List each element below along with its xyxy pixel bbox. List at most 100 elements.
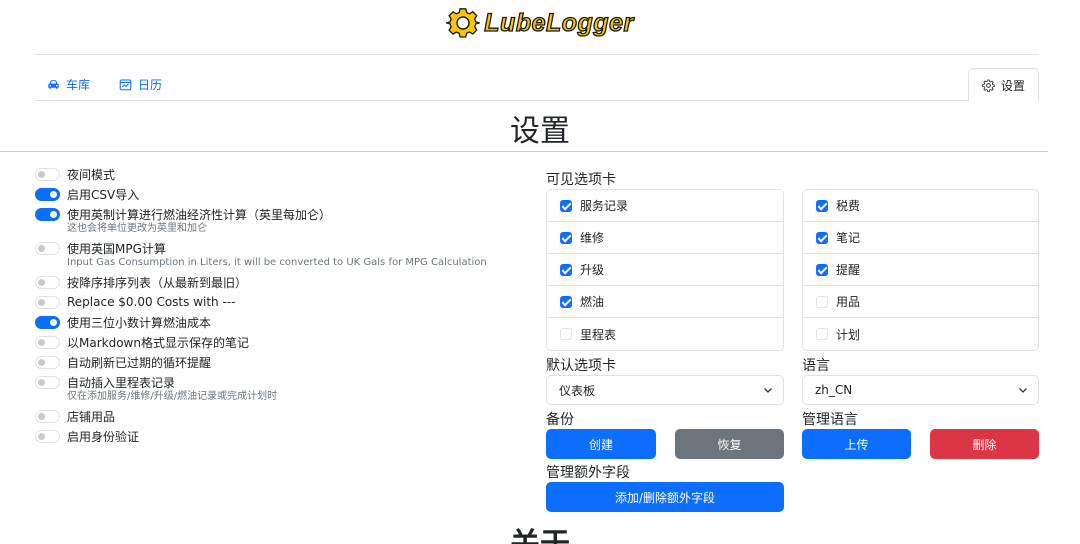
setting-replace-zero-costs[interactable]: Replace $0.00 Costs with ---	[35, 294, 525, 310]
toggle-switch[interactable]	[35, 275, 60, 289]
toggle-switch[interactable]	[35, 375, 60, 389]
setting-shop-supplies[interactable]: 店铺用品	[35, 408, 525, 424]
toggle-switch[interactable]	[35, 187, 60, 201]
delete-language-button[interactable]: 删除	[930, 429, 1039, 459]
setting-help-text: 这也会将单位更改为英里和加仑	[67, 223, 207, 234]
title-divider	[0, 151, 1048, 152]
setting-label: 店铺用品	[67, 409, 116, 424]
default-tab-label: 默认选项卡	[546, 358, 616, 374]
chevron-down-icon	[764, 388, 772, 393]
checkbox[interactable]	[816, 263, 828, 276]
setting-three-decimal-fuel[interactable]: 使用三位小数计算燃油成本	[35, 314, 525, 330]
tab-calendar[interactable]: 日历	[119, 68, 162, 101]
setting-label: 启用CSV导入	[67, 187, 140, 202]
tab-settings-label: 设置	[1000, 78, 1025, 93]
visible-tabs-group-right: 税费 笔记 提醒 用品 计划	[802, 189, 1039, 351]
setting-auto-insert-odometer[interactable]: 自动插入里程表记录	[35, 374, 525, 390]
checkbox-label: 用品	[836, 295, 861, 309]
about-section-title: 关于	[0, 519, 1080, 544]
toggle-switch[interactable]	[35, 335, 60, 349]
checkbox[interactable]	[560, 199, 572, 212]
visible-tab-odometer[interactable]: 里程表	[547, 318, 783, 350]
setting-label: 夜间模式	[67, 167, 116, 182]
setting-label: 启用身份验证	[67, 429, 140, 444]
checkbox[interactable]	[816, 328, 828, 340]
manage-language-label: 管理语言	[802, 412, 858, 428]
toggle-switch[interactable]	[35, 167, 60, 181]
app-logo[interactable]: LubeLogger	[0, 6, 1080, 40]
language-label: 语言	[802, 358, 830, 374]
checkbox-label: 笔记	[836, 231, 861, 245]
checkbox[interactable]	[560, 263, 572, 276]
setting-dark-mode[interactable]: 夜间模式	[35, 166, 525, 182]
visible-tab-notes[interactable]: 笔记	[803, 222, 1038, 254]
tab-garage[interactable]: 车库	[47, 68, 90, 101]
checkbox-label: 升级	[580, 263, 605, 277]
tab-settings[interactable]: 设置	[967, 68, 1039, 102]
checkbox-label: 税费	[836, 199, 861, 213]
backup-label: 备份	[546, 412, 574, 428]
brand-name: LubeLogger	[484, 8, 634, 37]
toggle-switch[interactable]	[35, 241, 60, 255]
checkbox[interactable]	[560, 295, 572, 308]
setting-label: 按降序排序列表（从最新到最旧）	[67, 275, 248, 290]
setting-sort-descending[interactable]: 按降序排序列表（从最新到最旧）	[35, 274, 525, 290]
setting-label: 使用英国MPG计算	[67, 241, 166, 256]
main-nav: 车库 日历 设置	[35, 68, 1039, 102]
tab-garage-label: 车库	[66, 78, 91, 92]
setting-help-text: 仅在添加服务/维修/升级/燃油记录或完成计划时	[67, 391, 278, 402]
visible-tab-repairs[interactable]: 维修	[547, 222, 783, 254]
setting-label: 使用三位小数计算燃油成本	[67, 315, 212, 330]
gear-logo-icon	[446, 8, 481, 38]
checkbox-label: 服务记录	[580, 199, 629, 213]
gear-icon	[982, 79, 995, 92]
create-backup-button[interactable]: 创建	[546, 429, 656, 459]
setting-markdown-notes[interactable]: 以Markdown格式显示保存的笔记	[35, 334, 525, 350]
setting-help-text: Input Gas Consumption in Liters, it will…	[67, 257, 487, 268]
setting-enable-csv-import[interactable]: 启用CSV导入	[35, 186, 525, 202]
checkbox-label: 提醒	[836, 263, 861, 277]
language-select[interactable]: zh_CN	[802, 375, 1039, 405]
car-icon	[48, 80, 59, 89]
visible-tab-taxes[interactable]: 税费	[803, 190, 1038, 222]
visible-tabs-group-left: 服务记录 维修 升级 燃油 里程表	[546, 189, 784, 351]
settings-toggle-list: 夜间模式 启用CSV导入 使用英制计算进行燃油经济性计算（英里每加仑） 这也会将…	[35, 166, 525, 448]
toggle-switch[interactable]	[35, 295, 60, 309]
toggle-switch[interactable]	[35, 315, 60, 329]
toggle-switch[interactable]	[35, 207, 60, 221]
setting-imperial-units[interactable]: 使用英制计算进行燃油经济性计算（英里每加仑）	[35, 206, 525, 222]
checkbox-label: 计划	[836, 327, 861, 342]
extra-fields-label: 管理额外字段	[546, 465, 630, 481]
visible-tab-supplies[interactable]: 用品	[803, 286, 1038, 318]
chevron-down-icon	[1019, 388, 1027, 393]
visible-tabs-label: 可见选项卡	[546, 172, 616, 188]
visible-tab-fuel[interactable]: 燃油	[547, 286, 783, 318]
visible-tab-service-records[interactable]: 服务记录	[547, 190, 783, 222]
visible-tab-plans[interactable]: 计划	[803, 318, 1038, 350]
restore-backup-button[interactable]: 恢复	[675, 429, 784, 459]
visible-tab-upgrades[interactable]: 升级	[547, 254, 783, 286]
checkbox-label: 里程表	[580, 327, 617, 342]
setting-label: 使用英制计算进行燃油经济性计算（英里每加仑）	[67, 207, 332, 222]
tab-calendar-label: 日历	[138, 78, 163, 92]
checkbox-label: 维修	[580, 231, 605, 245]
setting-uk-mpg[interactable]: 使用英国MPG计算	[35, 240, 525, 256]
header-divider	[35, 54, 1039, 55]
setting-enable-auth[interactable]: 启用身份验证	[35, 428, 525, 444]
checkbox[interactable]	[560, 328, 572, 340]
checkbox[interactable]	[560, 231, 572, 244]
checkbox[interactable]	[816, 295, 828, 308]
checkbox-label: 燃油	[580, 295, 605, 309]
visible-tab-reminders[interactable]: 提醒	[803, 254, 1038, 286]
checkbox[interactable]	[816, 199, 828, 212]
setting-auto-refresh-reminders[interactable]: 自动刷新已过期的循环提醒	[35, 354, 525, 370]
upload-language-button[interactable]: 上传	[802, 429, 911, 459]
toggle-switch[interactable]	[35, 355, 60, 369]
setting-label: 自动插入里程表记录	[67, 375, 176, 390]
toggle-switch[interactable]	[35, 429, 60, 443]
language-value: zh_CN	[815, 383, 853, 397]
toggle-switch[interactable]	[35, 409, 60, 423]
default-tab-select[interactable]: 仪表板	[546, 375, 784, 405]
checkbox[interactable]	[816, 231, 828, 244]
manage-extra-fields-button[interactable]: 添加/删除额外字段	[546, 482, 784, 512]
